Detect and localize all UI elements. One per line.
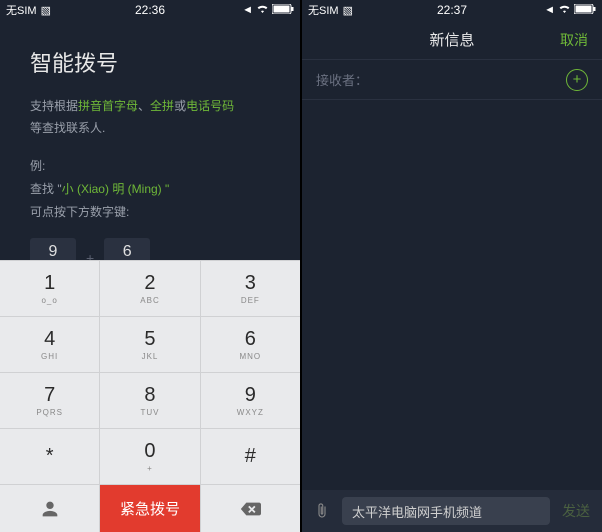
status-bar: 无SIM ▧ 22:36 ◄ <box>0 0 300 20</box>
backspace-icon <box>239 498 261 520</box>
message-input[interactable]: 太平洋电脑网手机频道 <box>342 497 550 525</box>
key-star[interactable]: * <box>0 428 100 484</box>
message-navbar: 新信息 取消 <box>302 20 602 60</box>
dialer-screen: 无SIM ▧ 22:36 ◄ 智能拨号 支持根据拼音首字母、全拼或电话号码等查找… <box>0 0 300 532</box>
attach-button[interactable] <box>308 502 336 520</box>
key-9[interactable]: 9WXYZ <box>201 372 300 428</box>
new-message-screen: 无SIM ▧ 22:37 ◄ 新信息 取消 接收者： + 太平洋电脑网手机频道 <box>302 0 602 532</box>
key-4[interactable]: 4GHI <box>0 316 100 372</box>
plus-icon: + <box>573 72 582 87</box>
emergency-call-button[interactable]: 紧急拨号 <box>100 484 200 532</box>
person-icon <box>39 498 61 520</box>
key-7[interactable]: 7PQRS <box>0 372 100 428</box>
wifi-icon <box>256 4 269 17</box>
dialer-title: 智能拨号 <box>30 46 270 78</box>
wifi-icon <box>558 4 571 17</box>
dialer-description: 支持根据拼音首字母、全拼或电话号码等查找联系人. <box>30 96 270 139</box>
dialer-info-panel: 智能拨号 支持根据拼音首字母、全拼或电话号码等查找联系人. 例: 查找 "小 (… <box>0 20 300 300</box>
status-time: 22:37 <box>437 3 467 17</box>
add-recipient-button[interactable]: + <box>566 69 588 91</box>
key-1[interactable]: 1o_o <box>0 260 100 316</box>
battery-icon <box>574 4 596 17</box>
dial-keypad: 1o_o 2ABC 3DEF 4GHI 5JKL 6MNO 7PQRS 8TUV… <box>0 260 300 532</box>
key-2[interactable]: 2ABC <box>100 260 200 316</box>
status-time: 22:36 <box>135 3 165 17</box>
paperclip-icon <box>313 502 331 520</box>
picture-icon: ▧ <box>343 4 353 17</box>
key-8[interactable]: 8TUV <box>100 372 200 428</box>
send-button[interactable]: 发送 <box>556 501 596 521</box>
key-6[interactable]: 6MNO <box>201 316 300 372</box>
mute-icon: ◄ <box>544 4 555 16</box>
battery-icon <box>272 4 294 17</box>
key-hash[interactable]: # <box>201 428 300 484</box>
status-bar: 无SIM ▧ 22:37 ◄ <box>302 0 602 20</box>
key-0[interactable]: 0+ <box>100 428 200 484</box>
carrier-label: 无SIM <box>6 2 37 18</box>
compose-bar: 太平洋电脑网手机频道 发送 <box>302 490 602 532</box>
recipient-label: 接收者： <box>316 70 368 89</box>
recipient-row[interactable]: 接收者： + <box>302 60 602 100</box>
mute-icon: ◄ <box>242 4 253 16</box>
key-5[interactable]: 5JKL <box>100 316 200 372</box>
contacts-button[interactable] <box>0 484 100 532</box>
carrier-label: 无SIM <box>308 2 339 18</box>
nav-title: 新信息 <box>429 29 474 50</box>
backspace-button[interactable] <box>201 484 300 532</box>
key-3[interactable]: 3DEF <box>201 260 300 316</box>
picture-icon: ▧ <box>41 4 51 17</box>
cancel-button[interactable]: 取消 <box>560 30 588 50</box>
